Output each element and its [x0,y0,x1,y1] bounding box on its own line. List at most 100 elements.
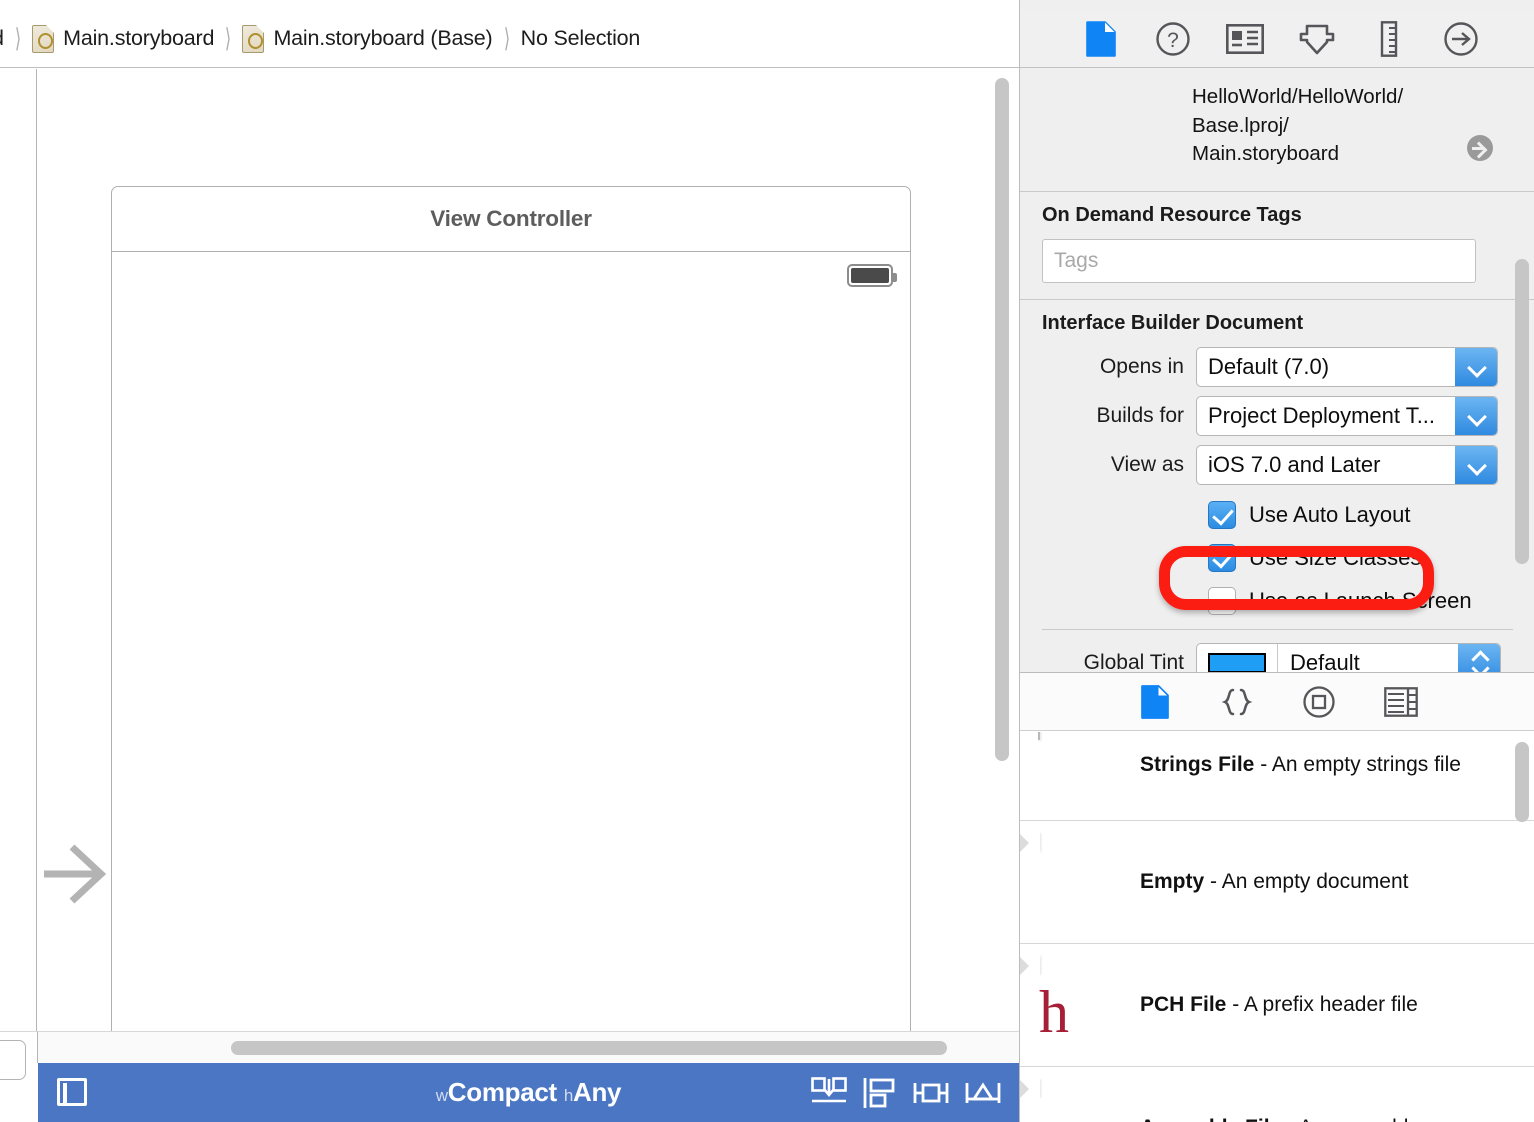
breadcrumb-item-no-selection[interactable]: No Selection [521,10,641,67]
tint-color-well[interactable] [1197,644,1278,673]
chevron-down-icon [1455,397,1497,435]
canvas-vertical-scroll-thumb[interactable] [995,78,1009,761]
tags-input[interactable]: Tags [1042,239,1476,283]
builds-for-popup[interactable]: Project Deployment T... [1196,396,1498,436]
view-as-row: View as iOS 7.0 and Later [1042,445,1513,485]
breadcrumb-item-main-storyboard[interactable]: Main.storyboard [32,10,214,67]
view-as-popup[interactable]: iOS 7.0 and Later [1196,445,1498,485]
library-selector-bar [1020,673,1534,731]
reveal-in-finder-arrow-icon[interactable] [1467,135,1493,161]
interface-builder-document-section: Interface Builder Document Opens in Defa… [1020,300,1534,629]
library-item-title: PCH File [1140,993,1226,1016]
library-item-title: Empty [1140,870,1204,893]
library-item-text: Strings File - An empty strings file [1140,751,1461,779]
opens-in-label: Opens in [1042,355,1196,379]
global-tint-popup[interactable]: Default [1196,643,1501,673]
library-item-title: Assembly File [1140,1116,1281,1122]
align-icon[interactable] [863,1077,897,1109]
canvas-surface[interactable]: View Controller [38,69,1019,1031]
identity-inspector-tab[interactable] [1224,19,1266,59]
empty-document-icon [1038,833,1122,931]
use-auto-layout-checkbox[interactable] [1208,501,1236,529]
ruler-icon [1378,21,1400,57]
quick-help-inspector-tab[interactable]: ? [1152,19,1194,59]
breadcrumb-item-main-storyboard-base[interactable]: Main.storyboard (Base) [242,10,492,67]
use-auto-layout-row[interactable]: Use Auto Layout [1208,494,1513,537]
scene-title: View Controller [430,206,592,232]
media-library-tab[interactable] [1381,682,1421,722]
library-item-empty[interactable]: Empty - An empty document [1020,821,1534,944]
size-class-height-value: Any [573,1077,621,1107]
library-item-text: PCH File - A prefix header file [1140,991,1418,1019]
breadcrumb-label: Main.storyboard [63,26,214,51]
use-size-classes-row[interactable]: Use Size Classes [1208,537,1513,580]
library-item-text: Assembly File - An assembly [1140,1114,1419,1122]
scene-title-bar: View Controller [112,187,910,252]
file-inspector-body: HelloWorld/HelloWorld/ Base.lproj/ Main.… [1020,69,1534,672]
opens-in-value: Default (7.0) [1208,354,1329,380]
view-controller-scene[interactable]: View Controller [111,186,911,1031]
canvas-horizontal-scroll-thumb[interactable] [231,1041,947,1055]
connections-inspector-tab[interactable] [1440,19,1482,59]
section-title: On Demand Resource Tags [1042,204,1513,227]
library-item-assembly-file[interactable]: Assembly File - An assembly [1020,1067,1534,1122]
library-item-pch-file[interactable]: h PCH File - A prefix header file [1020,944,1534,1067]
breadcrumb-separator-icon: ⟩ [15,23,21,54]
builds-for-label: Builds for [1042,404,1196,428]
use-as-launch-screen-row[interactable]: Use as Launch Screen [1208,580,1513,623]
auto-layout-buttons [811,1063,1001,1122]
opens-in-popup[interactable]: Default (7.0) [1196,347,1498,387]
resolve-auto-layout-issues-icon[interactable] [965,1078,1001,1108]
inspector-selector-bar: ? [1020,10,1534,68]
library-items-list[interactable]: STRINGS Strings File - An empty strings … [1020,732,1534,1122]
file-inspector-tab[interactable] [1080,19,1122,59]
use-size-classes-label: Use Size Classes [1249,545,1421,571]
storyboard-canvas[interactable]: View Controller [0,69,1019,1031]
size-inspector-tab[interactable] [1368,19,1410,59]
canvas-horizontal-scrollbar[interactable] [38,1031,1019,1063]
arrow-right-circle-icon [1443,21,1479,57]
battery-icon [847,264,893,287]
breadcrumb-label: No Selection [521,26,641,51]
library-scroll-thumb[interactable] [1515,742,1529,822]
pin-icon[interactable] [913,1078,949,1108]
scene-view[interactable] [112,252,910,1031]
code-snippet-library-tab[interactable] [1217,682,1257,722]
breadcrumb-clipped-item[interactable]: d [0,26,4,51]
library-item-desc: - A prefix header file [1226,993,1417,1016]
file-path-line-2: Base.lproj/ [1192,112,1475,141]
global-tint-section: Global Tint Default [1020,643,1534,673]
inspector-scroll-thumb[interactable] [1515,259,1529,564]
view-as-value: iOS 7.0 and Later [1208,452,1380,478]
question-circle-icon: ? [1155,21,1191,57]
canvas-gutter [0,69,37,1031]
file-path-line-3: Main.storyboard [1192,140,1475,169]
attributes-arrow-down-icon [1298,22,1336,56]
breadcrumb-separator-icon: ⟩ [503,23,509,54]
utilities-pane: ? [1019,0,1534,1122]
bottom-left-control[interactable] [0,1040,26,1080]
square-in-circle-icon [1302,685,1336,719]
use-as-launch-screen-label: Use as Launch Screen [1249,588,1472,614]
size-class-width-prefix: w [436,1086,448,1105]
on-demand-resource-tags-section: On Demand Resource Tags Tags [1020,192,1534,299]
object-library-tab[interactable] [1299,682,1339,722]
global-tint-label: Global Tint [1042,651,1196,673]
chevron-down-icon [1455,446,1497,484]
update-frames-icon[interactable] [811,1077,847,1109]
document-icon [1086,21,1116,57]
svg-text:?: ? [1167,29,1179,52]
size-class-height-prefix: h [564,1086,573,1105]
divider [1042,629,1513,630]
filmstrip-icon [1384,687,1418,717]
canvas-vertical-scrollbar[interactable] [992,72,1012,1032]
identity-card-icon [1226,24,1264,54]
library-item-strings-file[interactable]: STRINGS Strings File - An empty strings … [1020,732,1534,821]
chevron-down-icon [1455,348,1497,386]
library-item-desc: - An empty strings file [1254,753,1461,776]
attributes-inspector-tab[interactable] [1296,19,1338,59]
file-template-library-tab[interactable] [1135,682,1175,722]
use-as-launch-screen-checkbox[interactable] [1208,587,1236,615]
use-size-classes-checkbox[interactable] [1208,544,1236,572]
view-as-label: View as [1042,453,1196,477]
